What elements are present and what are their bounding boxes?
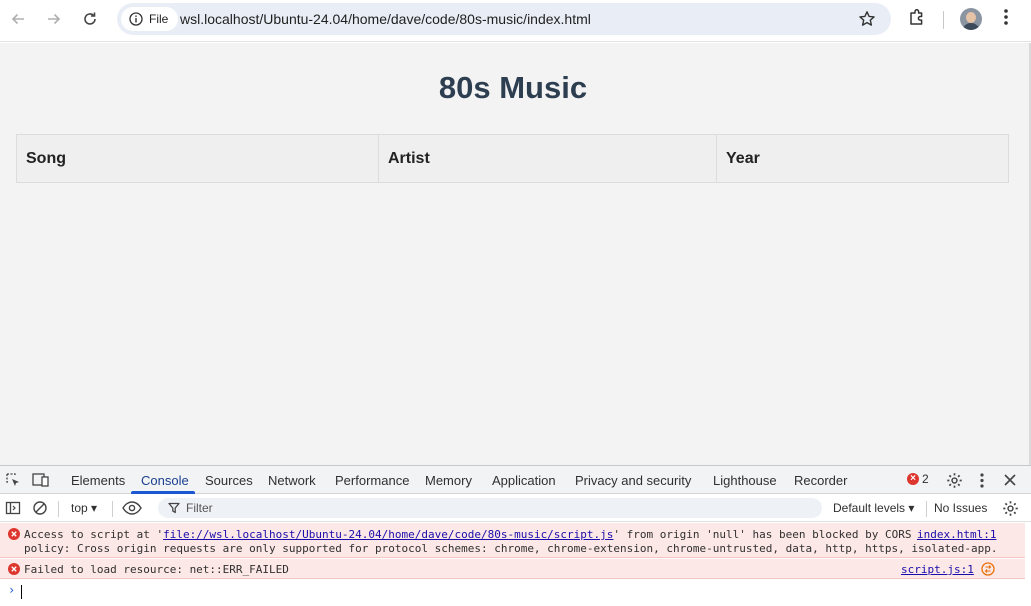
- eye-icon[interactable]: [122, 501, 142, 515]
- toolbar-divider: [112, 501, 113, 517]
- error-icon: ×: [907, 473, 919, 485]
- devtools-more-icon[interactable]: [976, 472, 988, 489]
- script-url-link[interactable]: file://wsl.localhost/Ubuntu-24.04/home/d…: [163, 528, 613, 541]
- site-info-chip[interactable]: File: [121, 7, 179, 31]
- arrow-right-icon: [48, 13, 61, 25]
- error-counter[interactable]: × 2: [907, 472, 929, 486]
- network-request-icon[interactable]: [981, 562, 995, 576]
- tab-recorder[interactable]: Recorder: [794, 473, 847, 488]
- scheme-label: File: [149, 12, 169, 26]
- error-message-line-1: Access to script at 'file://wsl.localhos…: [24, 528, 912, 541]
- console-input-caret[interactable]: [21, 585, 22, 599]
- error-circle-icon: [8, 563, 20, 575]
- console-settings-gear-icon[interactable]: [1002, 500, 1019, 517]
- source-link[interactable]: script.js:1: [901, 563, 974, 576]
- context-selector[interactable]: top ▾: [71, 501, 97, 515]
- console-toolbar: top ▾ Filter Default levels ▾ No Issues: [0, 495, 1031, 522]
- inspect-element-icon[interactable]: [5, 472, 21, 488]
- settings-gear-icon[interactable]: [946, 472, 963, 489]
- tab-memory[interactable]: Memory: [425, 473, 472, 488]
- console-prompt-chevron-icon: ›: [8, 583, 16, 597]
- reload-icon: [84, 12, 96, 25]
- back-button[interactable]: [4, 5, 32, 33]
- tab-elements[interactable]: Elements: [71, 473, 125, 488]
- filter-funnel-icon: [168, 502, 180, 514]
- sidebar-toggle-icon[interactable]: [5, 500, 21, 516]
- console-error-message: Failed to load resource: net::ERR_FAILED…: [0, 559, 1025, 579]
- context-label: top: [71, 501, 88, 515]
- page-title: 80s Music: [438, 70, 588, 105]
- column-header-artist: Artist: [379, 135, 717, 182]
- chevron-down-icon: ▾: [91, 501, 98, 515]
- filter-placeholder: Filter: [186, 501, 213, 515]
- log-levels-dropdown[interactable]: Default levels ▾: [833, 501, 914, 515]
- tab-network[interactable]: Network: [268, 473, 316, 488]
- address-bar[interactable]: File wsl.localhost/Ubuntu-24.04/home/dav…: [117, 3, 891, 35]
- error-circle-icon: [8, 528, 20, 540]
- more-vertical-icon[interactable]: [998, 7, 1014, 27]
- toolbar-divider: [943, 11, 944, 29]
- profile-avatar[interactable]: [960, 8, 982, 30]
- tab-privacy-security[interactable]: Privacy and security: [575, 473, 691, 488]
- filter-input[interactable]: Filter: [158, 498, 822, 518]
- column-header-song: Song: [17, 135, 379, 182]
- error-count: 2: [922, 472, 929, 486]
- issues-button[interactable]: No Issues: [934, 501, 987, 515]
- tab-application[interactable]: Application: [492, 473, 556, 488]
- tab-console[interactable]: Console: [141, 473, 189, 488]
- bookmark-star-icon[interactable]: [858, 10, 876, 28]
- devtools-panel: Elements Console Sources Network Perform…: [0, 465, 1031, 606]
- url-text[interactable]: wsl.localhost/Ubuntu-24.04/home/dave/cod…: [180, 11, 591, 27]
- toolbar-divider: [926, 501, 927, 517]
- error-message-text: Failed to load resource: net::ERR_FAILED: [24, 563, 289, 576]
- active-tab-indicator: [131, 491, 195, 494]
- console-error-message: Access to script at 'file://wsl.localhos…: [0, 523, 1025, 558]
- device-toolbar-icon[interactable]: [32, 472, 50, 488]
- levels-label: Default levels: [833, 501, 906, 515]
- forward-button[interactable]: [40, 5, 68, 33]
- error-message-line-2: policy: Cross origin requests are only s…: [24, 542, 998, 555]
- info-icon: [129, 12, 143, 26]
- reload-button[interactable]: [76, 5, 104, 33]
- tab-performance[interactable]: Performance: [335, 473, 409, 488]
- clear-console-icon[interactable]: [32, 500, 48, 516]
- chevron-down-icon: ▾: [908, 501, 915, 515]
- toolbar-divider: [58, 501, 59, 517]
- devtools-tab-bar: Elements Console Sources Network Perform…: [0, 466, 1031, 494]
- extensions-icon[interactable]: [907, 7, 927, 27]
- close-icon[interactable]: [1003, 473, 1017, 487]
- arrow-left-icon: [11, 13, 24, 25]
- music-table: Song Artist Year: [16, 134, 1009, 183]
- tab-lighthouse[interactable]: Lighthouse: [713, 473, 777, 488]
- source-link[interactable]: index.html:1: [917, 528, 996, 541]
- tab-sources[interactable]: Sources: [205, 473, 253, 488]
- browser-toolbar: File wsl.localhost/Ubuntu-24.04/home/dav…: [0, 0, 1031, 42]
- column-header-year: Year: [726, 149, 760, 167]
- page-viewport: 80s Music Song Artist Year: [0, 43, 1031, 465]
